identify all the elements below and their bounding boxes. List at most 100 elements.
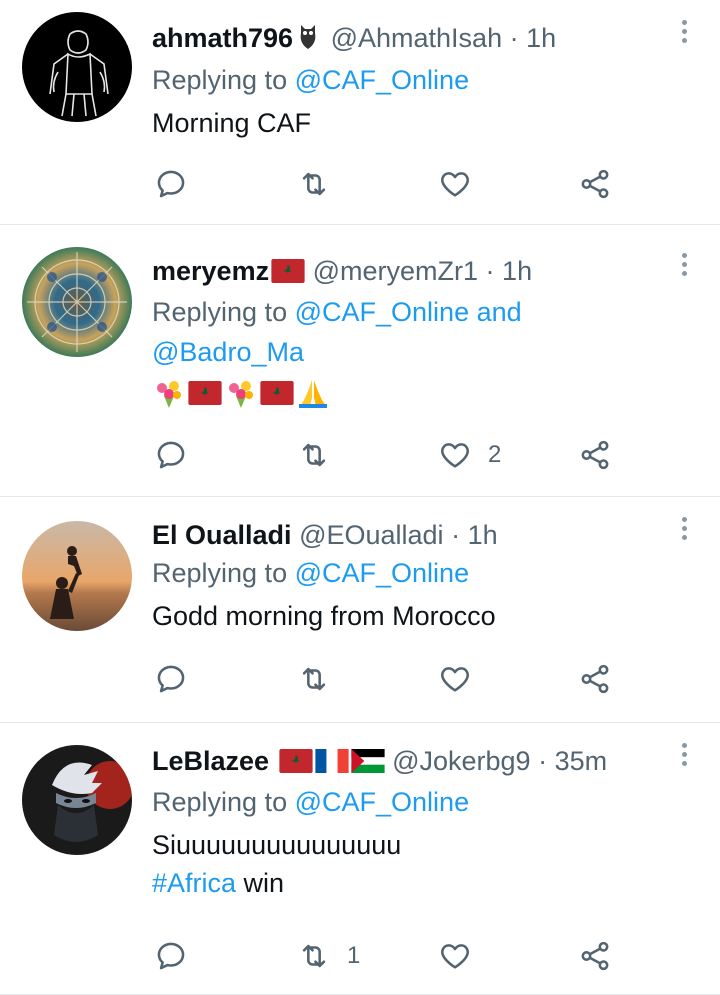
share-button[interactable] xyxy=(578,659,612,699)
reply-icon xyxy=(157,942,185,970)
tweet-actions: 2 xyxy=(152,435,622,475)
more-vertical-icon[interactable] xyxy=(678,253,690,283)
share-icon xyxy=(581,169,609,199)
separator: · xyxy=(538,746,548,776)
display-name[interactable]: El Oualladi xyxy=(152,520,292,550)
share-button[interactable] xyxy=(578,435,612,475)
retweet-icon xyxy=(302,172,326,196)
like-button[interactable] xyxy=(438,659,488,699)
tweet-text xyxy=(152,374,664,412)
heart-icon xyxy=(441,443,469,468)
reply-button[interactable] xyxy=(154,435,188,475)
mention-link[interactable]: @CAF_Online xyxy=(295,65,469,95)
separator: · xyxy=(451,520,461,550)
reply-icon xyxy=(157,170,185,198)
morocco-flag-icon xyxy=(188,381,222,405)
tweet-text-line: #Africa win xyxy=(152,864,664,902)
heart-icon xyxy=(441,944,469,969)
display-name[interactable]: meryemz xyxy=(152,256,269,286)
tweet-actions: 1 xyxy=(152,936,622,976)
retweet-icon xyxy=(302,443,326,467)
heart-icon xyxy=(441,667,469,692)
retweet-button[interactable] xyxy=(297,164,347,204)
timestamp[interactable]: 1h xyxy=(502,256,532,286)
retweet-icon xyxy=(302,944,326,968)
retweet-count: 1 xyxy=(347,942,361,969)
handle[interactable]: @meryemZr1 xyxy=(313,256,478,286)
like-button[interactable] xyxy=(438,164,488,204)
share-icon xyxy=(581,440,609,470)
handle[interactable]: @EOualladi xyxy=(299,520,443,550)
hashtag-link[interactable]: #Africa xyxy=(152,868,236,898)
tweet-text: Godd morning from Morocco xyxy=(152,601,496,631)
reply-button[interactable] xyxy=(154,936,188,976)
replying-to-label: Replying to xyxy=(152,297,288,327)
retweet-button[interactable] xyxy=(297,435,347,475)
reply-icon xyxy=(157,665,185,693)
more-vertical-icon[interactable] xyxy=(678,743,690,773)
replying-to: Replying to @CAF_Online and @Badro_Ma xyxy=(152,292,664,372)
mention-link[interactable]: @CAF_Online xyxy=(295,787,469,817)
avatar[interactable] xyxy=(22,521,132,631)
mention-link[interactable]: @CAF_Online xyxy=(295,558,469,588)
more-vertical-icon[interactable] xyxy=(678,517,690,547)
share-icon xyxy=(581,941,609,971)
replying-to-label: Replying to xyxy=(152,65,288,95)
tweet[interactable]: El Oualladi @EOualladi · 1h Replying to … xyxy=(0,497,720,723)
tweet-header: El Oualladi @EOualladi · 1h xyxy=(152,517,664,553)
like-button[interactable] xyxy=(438,936,488,976)
tweet-text: Siuuuuuuuuuuuuuuu #Africa win xyxy=(152,826,664,902)
share-button[interactable] xyxy=(578,164,612,204)
handle[interactable]: @Jokerbg9 xyxy=(392,746,530,776)
tweet-text-line: Siuuuuuuuuuuuuuuu xyxy=(152,830,402,860)
bouquet-emoji-icon xyxy=(157,381,181,408)
tweet[interactable]: meryemz @meryemZr1 · 1h Replying to @CAF… xyxy=(0,225,720,497)
timestamp[interactable]: 35m xyxy=(555,746,608,776)
avatar[interactable] xyxy=(22,247,132,357)
mention-link[interactable]: @Badro_Ma xyxy=(152,337,304,367)
display-name[interactable]: ahmath796 xyxy=(152,23,293,53)
morocco-flag-icon xyxy=(271,256,305,292)
folded-hands-emoji-icon xyxy=(299,380,327,408)
retweet-button[interactable] xyxy=(297,659,347,699)
share-icon xyxy=(581,664,609,694)
tweet-text: Morning CAF xyxy=(152,108,312,138)
tweet-header: LeBlazee @Jokerbg9 · 35m xyxy=(152,743,664,782)
handle[interactable]: @AhmathIsah xyxy=(331,23,503,53)
reply-icon xyxy=(157,441,185,469)
separator: · xyxy=(485,256,495,286)
replying-to: Replying to @CAF_Online xyxy=(152,553,664,593)
tweet[interactable]: ahmath796 @AhmathIsah · 1h Replying to @… xyxy=(0,0,720,225)
owl-emoji-icon xyxy=(293,21,323,60)
tweet[interactable]: LeBlazee @Jokerbg9 · 35m Replying to @CA… xyxy=(0,723,720,995)
tweet-text-rest: win xyxy=(236,868,285,898)
replying-to: Replying to @CAF_Online xyxy=(152,60,664,100)
mention-link[interactable]: @CAF_Online xyxy=(295,297,469,327)
replying-to-label: Replying to xyxy=(152,787,288,817)
timestamp[interactable]: 1h xyxy=(526,23,556,53)
timestamp[interactable]: 1h xyxy=(468,520,498,550)
avatar[interactable] xyxy=(22,745,132,855)
france-flag-icon xyxy=(314,746,349,782)
retweet-icon xyxy=(302,667,326,691)
reply-button[interactable] xyxy=(154,659,188,699)
like-count: 2 xyxy=(488,441,502,468)
tweet-header: meryemz @meryemZr1 · 1h xyxy=(152,253,664,292)
replying-and: and xyxy=(476,297,522,327)
avatar[interactable] xyxy=(22,12,132,122)
replying-to-label: Replying to xyxy=(152,558,288,588)
morocco-flag-icon xyxy=(260,381,294,405)
more-vertical-icon[interactable] xyxy=(678,20,690,50)
tweet-actions xyxy=(152,164,622,204)
share-button[interactable] xyxy=(578,936,612,976)
retweet-button[interactable]: 1 xyxy=(297,936,360,976)
like-button[interactable]: 2 xyxy=(438,435,501,475)
bouquet-emoji-icon xyxy=(229,381,253,408)
replying-to: Replying to @CAF_Online xyxy=(152,782,664,822)
reply-button[interactable] xyxy=(154,164,188,204)
separator: · xyxy=(509,23,519,53)
display-name[interactable]: LeBlazee xyxy=(152,746,269,776)
tweet-actions xyxy=(152,659,622,699)
palestine-flag-icon xyxy=(350,746,385,782)
tweet-header: ahmath796 @AhmathIsah · 1h xyxy=(152,20,664,60)
